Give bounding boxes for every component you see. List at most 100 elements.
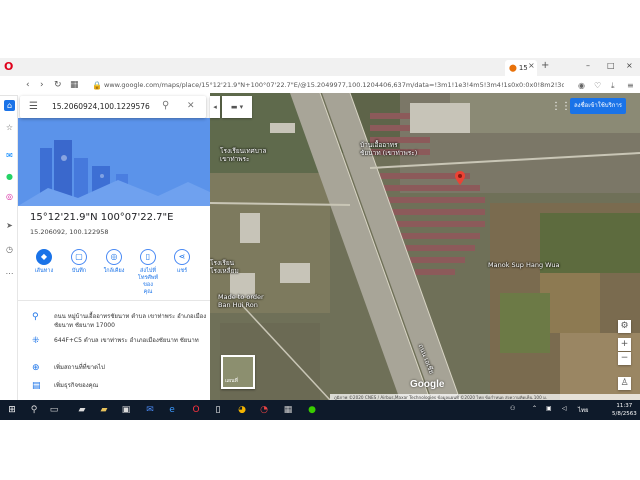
map-label-school[interactable]: โรงเรียนเทศบาล เขาท่าพระ	[220, 147, 267, 163]
map-type-toggle[interactable]: แผนที่	[221, 355, 255, 389]
add-place-icon: ⊕	[32, 363, 40, 373]
search-icon[interactable]: ⚲	[162, 100, 169, 111]
place-coordinates: 15.206092, 100.122958	[30, 228, 109, 236]
tab-title: 15	[518, 64, 528, 72]
camera-icon[interactable]: ◉	[578, 81, 585, 90]
download-icon[interactable]: ⤓	[611, 81, 615, 91]
pegman-icon[interactable]: ♙	[618, 377, 631, 390]
map-label-manok[interactable]: Manok Sup Hang Wua	[488, 261, 559, 269]
reload-icon[interactable]: ↻	[54, 80, 62, 90]
save-label: บันทึก	[71, 268, 87, 274]
input-language[interactable]: ไทย	[578, 405, 589, 415]
search-input[interactable]: 15.2060924,100.1229576	[52, 102, 150, 111]
home-icon[interactable]: ⌂	[4, 100, 15, 111]
clear-search-icon[interactable]: ✕	[187, 101, 195, 111]
send-to-phone-label: ส่งไปที่ โทรศัพท์ของ คุณ	[137, 268, 159, 295]
mail-icon[interactable]: ✉	[144, 404, 156, 416]
layer-toggle-button[interactable]: ▬ ▾	[222, 96, 252, 118]
lock-icon: 🔒	[92, 81, 102, 90]
google-logo: Google	[410, 379, 445, 390]
messenger-icon[interactable]: ✉	[4, 150, 15, 161]
zoom-in-button[interactable]: +	[618, 338, 631, 351]
settings-icon[interactable]: ⚙	[618, 320, 631, 333]
clock-time: 11:37	[616, 403, 633, 409]
add-business-text: เพิ่มธุรกิจของคุณ	[54, 382, 99, 389]
volume-icon[interactable]: ◁	[562, 405, 567, 412]
maps-favicon-icon: ⬤	[509, 64, 517, 72]
map-label-shop[interactable]: Made to order Ban Hui Ron	[218, 293, 264, 309]
folder-icon[interactable]: ▰	[98, 404, 110, 416]
hamburger-menu-icon[interactable]: ☰	[29, 101, 38, 112]
bookmark-heart-icon[interactable]: ♡	[594, 81, 601, 90]
tab-bar: O ⬤ 15 × + – □ ×	[0, 58, 640, 76]
history-icon[interactable]: ◷	[4, 244, 15, 255]
plus-code-text: 644F+C5 ตำบล เขาท่าพระ อำเภอเมืองชัยนาท …	[54, 337, 199, 344]
save-button[interactable]: ▢ บันทึก	[65, 249, 93, 275]
people-icon[interactable]: ⚇	[510, 405, 515, 412]
search-taskbar-icon[interactable]: ⚲	[28, 404, 40, 416]
clock-date: 5/8/2563	[612, 411, 637, 417]
send-icon[interactable]: ➤	[4, 220, 15, 231]
sign-in-button[interactable]: ลงชื่อเข้าใช้บริการ	[570, 98, 626, 114]
minimize-button[interactable]: –	[586, 61, 590, 70]
network-icon[interactable]: ▣	[546, 405, 552, 412]
close-window-button[interactable]: ×	[626, 61, 633, 70]
map-canvas[interactable]: โรงเรียนเทศบาล เขาท่าพระ บ้านเอื้ออาทร ช…	[210, 93, 640, 400]
chrome-icon[interactable]: ◕	[236, 404, 248, 416]
add-missing-place-text: เพิ่มสถานที่ที่ขาดไป	[54, 364, 105, 371]
address-text: ถนน หมู่บ้านเอื้ออาทรชัยนาท ตำบล เขาท่าพ…	[54, 313, 207, 329]
opera-sidebar: ⌂ ☆ ✉ ● ◎ ➤ ◷ ⋯	[0, 96, 18, 400]
opera-logo-icon[interactable]: O	[4, 61, 14, 73]
nearby-button[interactable]: ◎ ใกล้เคียง	[100, 249, 128, 275]
collapse-panel-button[interactable]: ◂	[210, 96, 220, 118]
location-pin-marker-icon[interactable]	[455, 171, 465, 185]
tab-close-icon[interactable]: ×	[528, 61, 535, 70]
chevron-up-icon[interactable]: ⌃	[532, 405, 537, 412]
apps-grid-icon[interactable]: ⋮⋮	[551, 101, 571, 112]
share-label: แชร์	[176, 268, 188, 274]
map-label-village[interactable]: บ้านเอื้ออาทร ชัยนาท (เขาท่าพระ)	[360, 141, 417, 157]
send-to-phone-button[interactable]: ▯ ส่งไปที่ โทรศัพท์ของ คุณ	[134, 249, 162, 296]
phone-icon: ▯	[140, 249, 156, 265]
chrome-alt-icon[interactable]: ◔	[258, 404, 270, 416]
directions-icon: ◆	[36, 249, 52, 265]
plus-code-icon: ⁜	[32, 336, 40, 346]
document-icon[interactable]: ▯	[212, 404, 224, 416]
new-tab-button[interactable]: +	[541, 60, 549, 71]
bookmark-icon: ▢	[71, 249, 87, 265]
nearby-icon: ◎	[106, 249, 122, 265]
place-hero-illustration	[18, 118, 210, 206]
back-icon[interactable]: ‹	[26, 80, 30, 90]
share-button[interactable]: ⋖ แชร์	[168, 249, 196, 275]
more-icon[interactable]: ⋯	[4, 268, 15, 279]
directions-button[interactable]: ◆ เส้นทาง	[30, 249, 58, 275]
instagram-icon[interactable]: ◎	[4, 191, 15, 202]
opera-taskbar-icon[interactable]: O	[190, 404, 202, 416]
star-icon[interactable]: ☆	[4, 122, 15, 133]
map-label-school2[interactable]: โรงเรียน โรงเหลี่ยม	[210, 259, 239, 275]
zoom-out-button[interactable]: −	[618, 352, 631, 365]
app-icon[interactable]: ▦	[282, 404, 294, 416]
url-text[interactable]: www.google.com/maps/place/15°12'21.9"N+1…	[104, 81, 564, 92]
share-icon: ⋖	[174, 249, 190, 265]
maximize-button[interactable]: □	[607, 61, 615, 70]
location-pin-icon: ⚲	[32, 312, 39, 322]
directions-label: เส้นทาง	[34, 268, 54, 274]
edge-icon[interactable]: e	[166, 404, 178, 416]
whatsapp-icon[interactable]: ●	[4, 171, 15, 182]
action-buttons: ◆ เส้นทาง ▢ บันทึก ◎ ใกล้เคียง ▯ ส่งไปที…	[28, 249, 198, 295]
panel-divider	[18, 300, 210, 301]
store-icon[interactable]: ▣	[120, 404, 132, 416]
speed-dial-icon[interactable]: ▦	[70, 80, 79, 90]
windows-start-icon[interactable]: ⊞	[6, 404, 18, 416]
menu-icon[interactable]: ≡	[627, 81, 634, 90]
search-box[interactable]: ☰ 15.2060924,100.1229576 ⚲ ✕	[20, 96, 206, 118]
windows-taskbar: ⊞ ⚲ ▭ ▰ ▰ ▣ ✉ e O ▯ ◕ ◔ ▦ ● ⚇ ⌃ ▣ ◁ ไทย …	[0, 400, 640, 420]
forward-icon[interactable]: ›	[40, 80, 44, 90]
task-view-icon[interactable]: ▭	[48, 404, 60, 416]
nearby-label: ใกล้เคียง	[103, 268, 125, 274]
file-explorer-icon[interactable]: ▰	[76, 404, 88, 416]
line-icon[interactable]: ●	[306, 404, 318, 416]
map-type-label: แผนที่	[225, 378, 238, 384]
clock[interactable]: 11:37 5/8/2563	[612, 402, 637, 418]
